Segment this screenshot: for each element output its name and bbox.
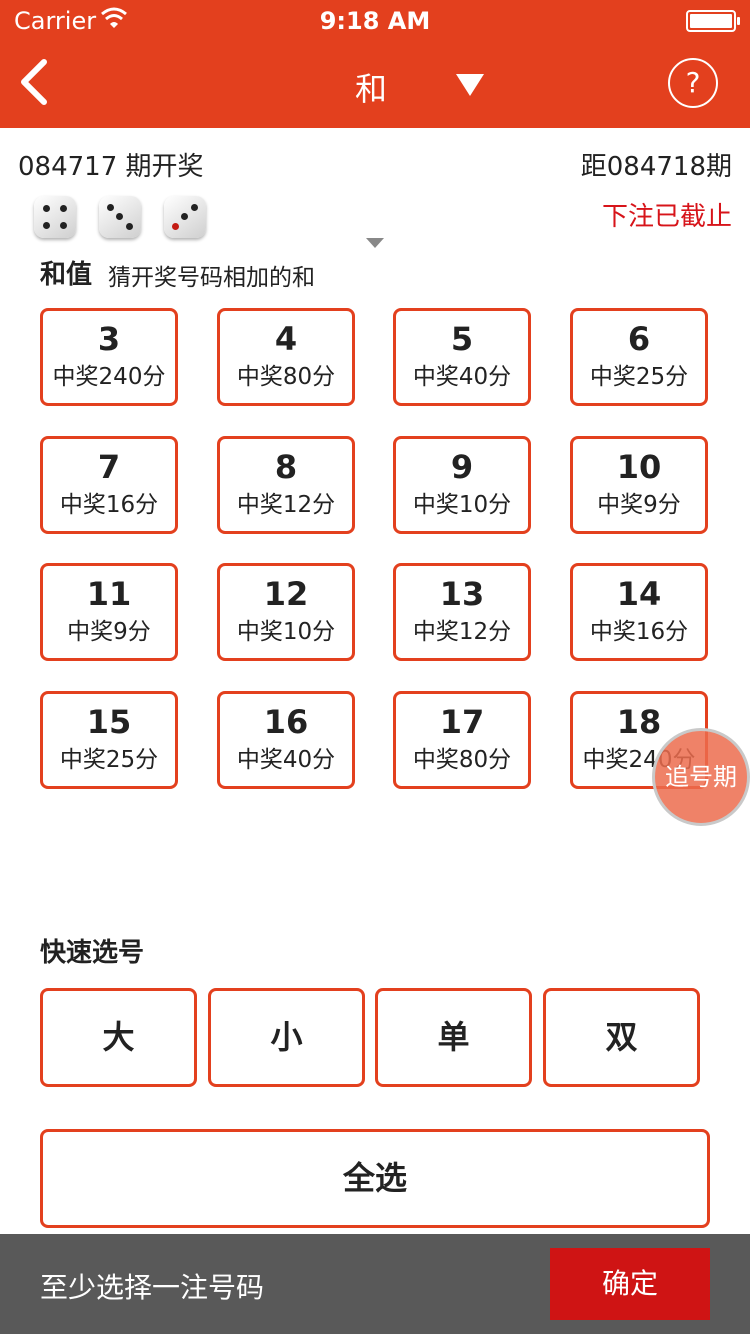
- prize-label: 中奖80分: [236, 364, 336, 390]
- prize-label: 中奖9分: [597, 492, 681, 518]
- prize-label: 中奖10分: [236, 619, 336, 645]
- number-option[interactable]: 8 中奖12分: [217, 436, 355, 534]
- number-value: 6: [627, 320, 651, 358]
- next-period-label: 距084718期: [580, 152, 732, 182]
- page-title[interactable]: 和: [355, 64, 387, 110]
- prize-label: 中奖12分: [412, 619, 512, 645]
- number-value: 11: [86, 575, 132, 613]
- number-value: 16: [263, 703, 309, 741]
- prize-label: 中奖16分: [59, 492, 159, 518]
- quick-small-button[interactable]: 小: [208, 988, 365, 1087]
- status-bar: Carrier 9:18 AM: [0, 0, 750, 40]
- prize-label: 中奖25分: [589, 364, 689, 390]
- betting-closed-text: 下注已截止: [601, 202, 732, 232]
- number-value: 4: [274, 320, 298, 358]
- number-option[interactable]: 14 中奖16分: [570, 563, 708, 661]
- selection-hint: 至少选择一注号码: [40, 1271, 265, 1304]
- number-value: 13: [439, 575, 485, 613]
- prize-label: 中奖240分: [52, 364, 166, 390]
- current-period: 084717 期开奖: [18, 152, 204, 182]
- die-icon: [99, 196, 141, 238]
- number-value: 12: [263, 575, 309, 613]
- quick-select-title: 快速选号: [40, 938, 145, 968]
- number-value: 7: [97, 448, 121, 486]
- prize-label: 中奖40分: [236, 747, 336, 773]
- die-icon: [164, 196, 206, 238]
- back-icon[interactable]: [14, 54, 54, 110]
- play-title: 和值: [40, 260, 93, 290]
- number-value: 5: [450, 320, 474, 358]
- quick-even-button[interactable]: 双: [543, 988, 700, 1087]
- number-option[interactable]: 17 中奖80分: [393, 691, 531, 789]
- quick-odd-button[interactable]: 单: [375, 988, 532, 1087]
- confirm-button[interactable]: 确定: [550, 1248, 710, 1320]
- prize-label: 中奖80分: [412, 747, 512, 773]
- number-option[interactable]: 7 中奖16分: [40, 436, 178, 534]
- prize-label: 中奖10分: [412, 492, 512, 518]
- number-option[interactable]: 6 中奖25分: [570, 308, 708, 406]
- triangle-down-icon[interactable]: [456, 74, 484, 96]
- number-value: 8: [274, 448, 298, 486]
- play-description: 猜开奖号码相加的和: [108, 265, 315, 291]
- number-value: 14: [616, 575, 662, 613]
- prize-label: 中奖25分: [59, 747, 159, 773]
- number-option[interactable]: 15 中奖25分: [40, 691, 178, 789]
- prize-label: 中奖16分: [589, 619, 689, 645]
- number-value: 9: [450, 448, 474, 486]
- number-option[interactable]: 16 中奖40分: [217, 691, 355, 789]
- number-value: 3: [97, 320, 121, 358]
- number-option[interactable]: 4 中奖80分: [217, 308, 355, 406]
- battery-icon: [686, 10, 740, 32]
- bottom-bar: 至少选择一注号码 确定: [0, 1234, 750, 1334]
- die-icon: [34, 196, 76, 238]
- number-value: 10: [616, 448, 662, 486]
- number-option[interactable]: 3 中奖240分: [40, 308, 178, 406]
- number-option[interactable]: 10 中奖9分: [570, 436, 708, 534]
- number-option[interactable]: 12 中奖10分: [217, 563, 355, 661]
- prize-label: 中奖9分: [67, 619, 151, 645]
- quick-big-button[interactable]: 大: [40, 988, 197, 1087]
- prize-label: 中奖40分: [412, 364, 512, 390]
- number-option[interactable]: 13 中奖12分: [393, 563, 531, 661]
- number-option[interactable]: 5 中奖40分: [393, 308, 531, 406]
- nav-bar: 和 ?: [0, 40, 750, 128]
- number-value: 17: [439, 703, 485, 741]
- chase-button[interactable]: 追号期: [652, 728, 750, 826]
- help-icon[interactable]: ?: [668, 58, 718, 108]
- number-option[interactable]: 9 中奖10分: [393, 436, 531, 534]
- select-all-button[interactable]: 全选: [40, 1129, 710, 1228]
- clock: 9:18 AM: [319, 7, 431, 35]
- caret-down-icon[interactable]: [366, 238, 384, 248]
- prize-label: 中奖12分: [236, 492, 336, 518]
- number-option[interactable]: 11 中奖9分: [40, 563, 178, 661]
- number-value: 15: [86, 703, 132, 741]
